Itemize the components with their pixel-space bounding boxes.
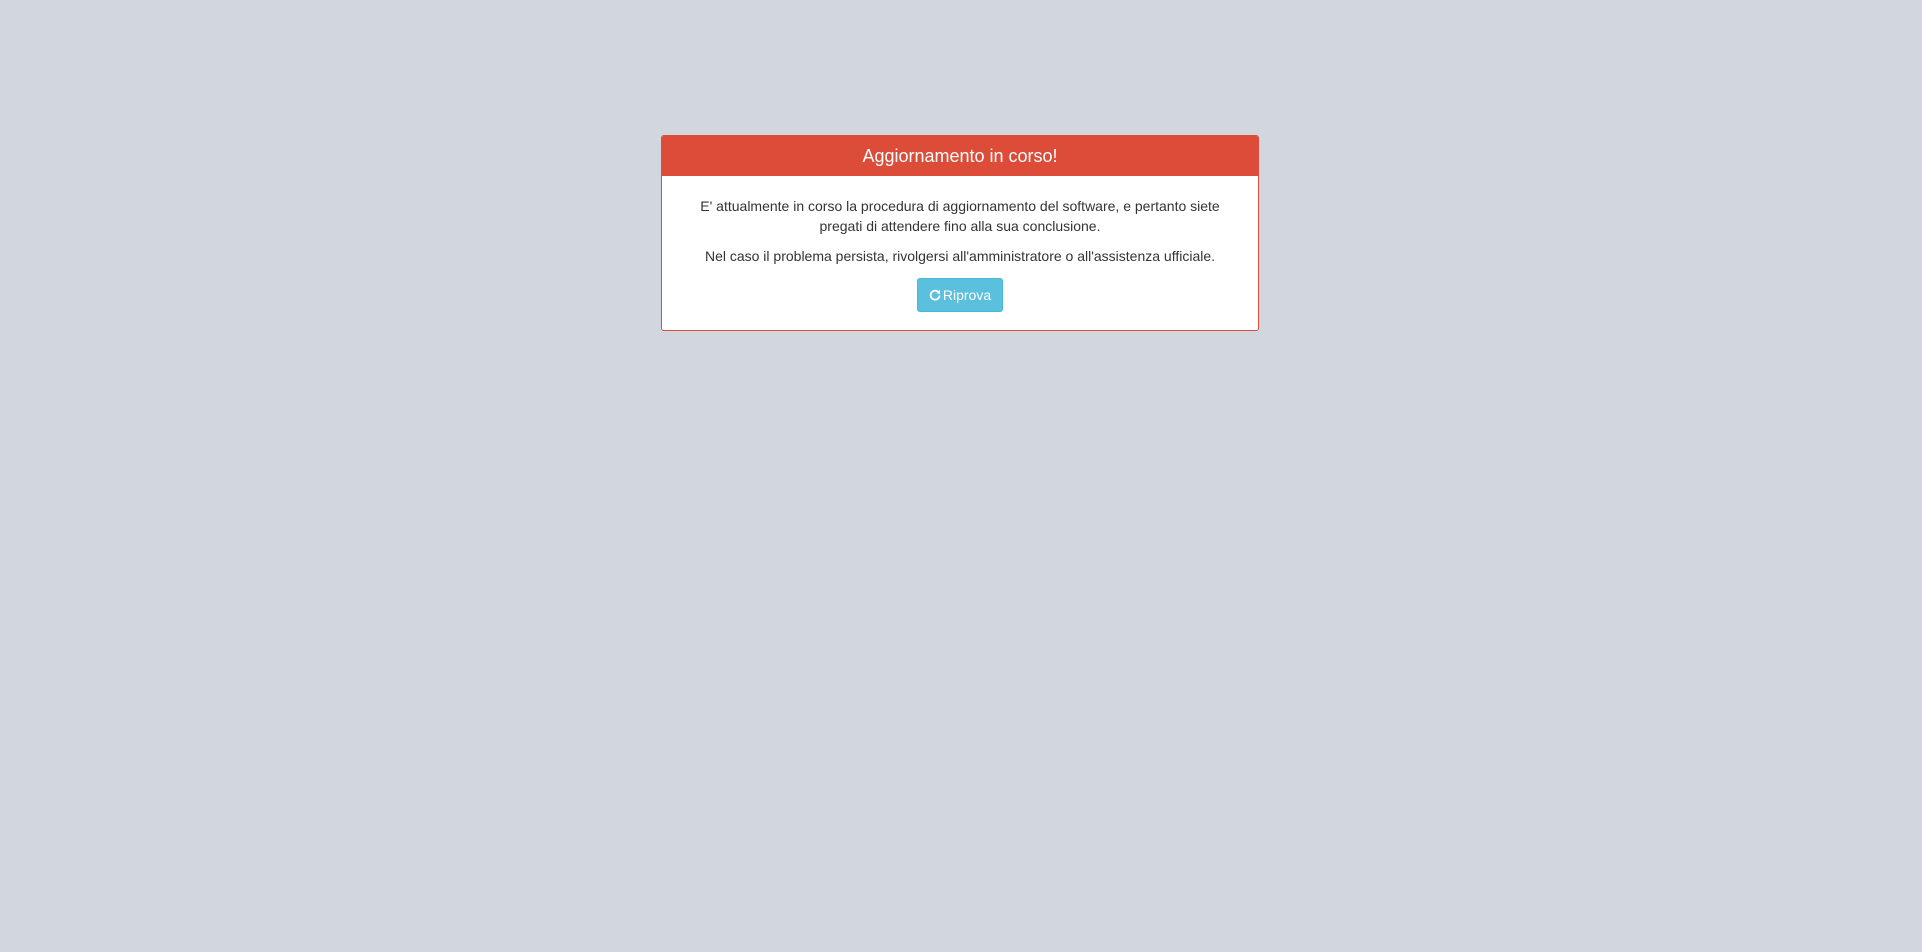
retry-label: Riprova <box>942 287 992 303</box>
dialog-title: Aggiornamento in corso! <box>662 136 1258 176</box>
support-message: Nel caso il problema persista, rivolgers… <box>704 248 1216 264</box>
dialog-body: E' attualmente in corso la procedura di … <box>662 176 1258 312</box>
update-message: E' attualmente in corso la procedura di … <box>700 198 1220 234</box>
retry-button[interactable]: Riprova <box>916 278 1004 312</box>
refresh-icon <box>929 280 941 312</box>
update-dialog: Aggiornamento in corso! E' attualmente i… <box>661 135 1259 331</box>
